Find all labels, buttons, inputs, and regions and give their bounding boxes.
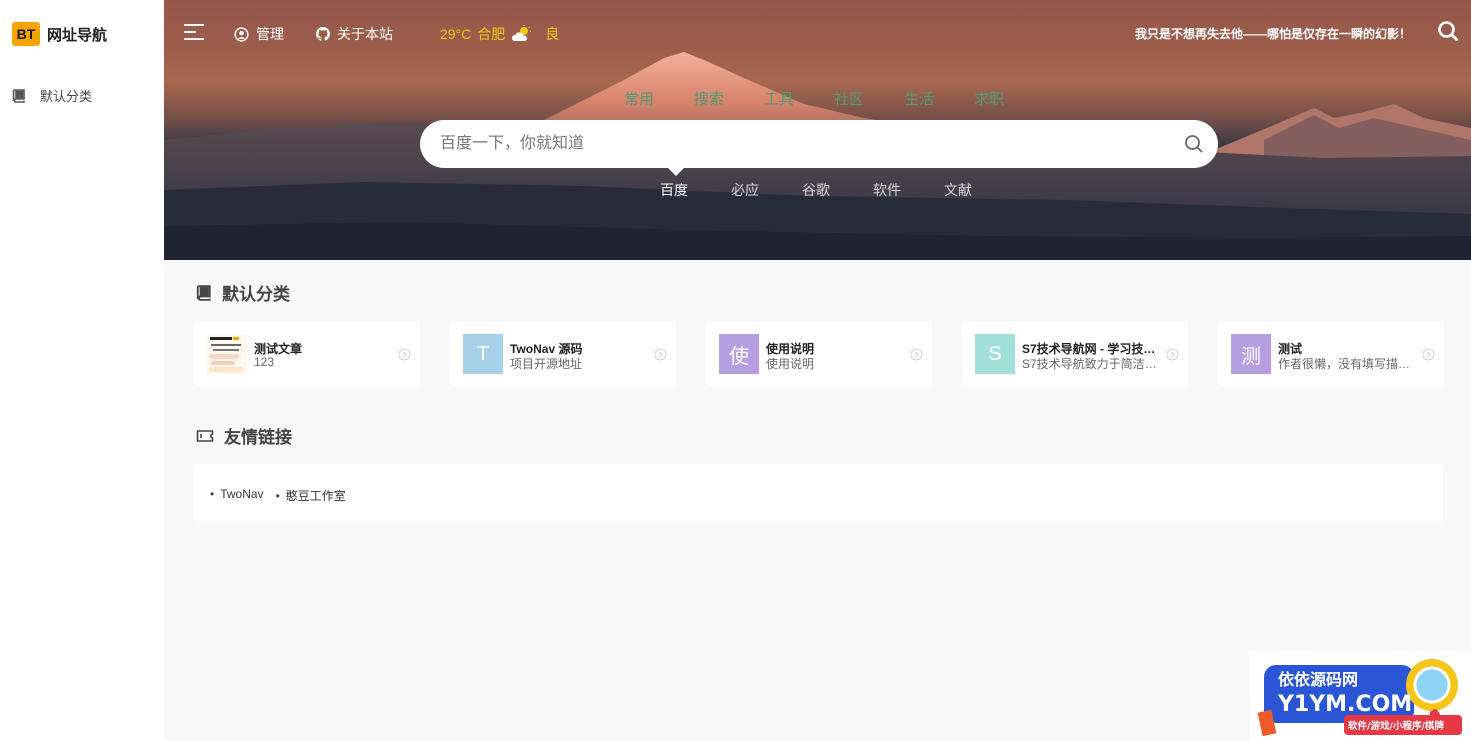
- category-tab[interactable]: 生活: [904, 88, 934, 109]
- user-circle-icon: [234, 26, 249, 42]
- search-category-tabs: 常用 搜索 工具 社区 生活 求职: [624, 88, 1044, 109]
- weather-temp: 29°C: [440, 26, 472, 42]
- ticket-icon: [196, 429, 214, 442]
- chevron-right-circle-icon[interactable]: [910, 348, 923, 361]
- card-description: 项目开源地址: [510, 357, 583, 371]
- sidebar-item-label: 默认分类: [40, 89, 93, 104]
- sidebar: BT 网址导航 默认分类: [0, 0, 164, 741]
- book-icon: [196, 284, 211, 301]
- card-letter-avatar: 使: [719, 334, 759, 374]
- engine-tab-bing[interactable]: 必应: [731, 180, 759, 200]
- manage-label: 管理: [256, 26, 284, 42]
- search-box: [420, 120, 1218, 168]
- search-input[interactable]: [440, 120, 1180, 168]
- site-logo[interactable]: BT 网址导航: [12, 22, 107, 46]
- link-cards: 测试文章 123 T TwoNav 源码 项目开源地址 使 使用说明 使用说明 …: [194, 321, 1444, 387]
- category-tab[interactable]: 搜索: [694, 88, 724, 109]
- about-link[interactable]: 关于本站: [316, 24, 393, 44]
- card-letter-avatar: S: [975, 334, 1015, 374]
- chevron-right-circle-icon[interactable]: [398, 348, 411, 361]
- engine-tab-software[interactable]: 软件: [873, 180, 901, 200]
- section-title-label: 默认分类: [222, 285, 290, 304]
- book-icon: [12, 88, 25, 103]
- weather-air-quality: 良: [545, 26, 560, 42]
- link-card[interactable]: 测 测试 作者很懒，没有填写描述。: [1218, 321, 1444, 387]
- card-description: 使用说明: [766, 357, 815, 371]
- category-tab[interactable]: 常用: [624, 88, 654, 109]
- friend-links-list: TwoNav 憨豆工作室: [210, 487, 358, 504]
- chevron-right-circle-icon[interactable]: [654, 348, 667, 361]
- search-submit-icon[interactable]: [1184, 134, 1204, 154]
- section-title-friends: 友情链接: [196, 423, 292, 448]
- card-letter-avatar: T: [463, 334, 503, 374]
- friend-link[interactable]: TwoNav: [210, 487, 263, 504]
- motto-text: 我只是不想再失去他——哪怕是仅存在一瞬的幻影！: [1134, 27, 1411, 41]
- search-icon[interactable]: [1437, 20, 1459, 42]
- watermark-line2: Y1YM.COM: [1277, 692, 1412, 717]
- link-card[interactable]: 测试文章 123: [194, 321, 420, 387]
- friend-links-panel: TwoNav 憨豆工作室: [194, 464, 1443, 522]
- search-engine-tabs: 百度 必应 谷歌 软件 文献: [660, 180, 1015, 200]
- about-label: 关于本站: [337, 26, 393, 42]
- engine-tab-papers[interactable]: 文献: [944, 180, 972, 200]
- link-card[interactable]: 使 使用说明 使用说明: [706, 321, 932, 387]
- card-letter-avatar: 测: [1231, 334, 1271, 374]
- category-tab[interactable]: 社区: [834, 88, 864, 109]
- sidebar-item-default[interactable]: 默认分类: [12, 86, 92, 105]
- section-title-default: 默认分类: [196, 280, 290, 305]
- card-description: 123: [254, 355, 275, 369]
- engine-tab-google[interactable]: 谷歌: [802, 180, 830, 200]
- chevron-right-circle-icon[interactable]: [1422, 348, 1435, 361]
- weather-city: 合肥: [477, 26, 506, 42]
- engine-tab-baidu[interactable]: 百度: [660, 180, 688, 200]
- partly-cloudy-icon: [512, 25, 532, 41]
- watermark-line3: 软件/游戏/小程序/棋牌: [1348, 720, 1444, 732]
- card-description: S7技术导航致力于简洁高效的导航: [1022, 357, 1162, 371]
- category-tab[interactable]: 求职: [974, 88, 1004, 109]
- chevron-right-circle-icon[interactable]: [1166, 348, 1179, 361]
- watermark-logo: 依依源码网 Y1YM.COM 软件/游戏/小程序/棋牌: [1250, 651, 1471, 741]
- hero-banner: 管理 关于本站 29°C 合肥 良 我只是不想再失去他——哪怕是仅存在一瞬的幻影…: [164, 0, 1471, 260]
- logo-badge: BT: [12, 22, 40, 46]
- site-name: 网址导航: [47, 26, 108, 44]
- weather-widget[interactable]: 29°C 合肥 良: [440, 24, 559, 44]
- link-card[interactable]: T TwoNav 源码 项目开源地址: [450, 321, 676, 387]
- link-card[interactable]: S S7技术导航网 - 学习技术导航 S7技术导航致力于简洁高效的导航: [962, 321, 1188, 387]
- section-title-label: 友情链接: [224, 428, 292, 447]
- top-bar: 管理 关于本站 29°C 合肥 良 我只是不想再失去他——哪怕是仅存在一瞬的幻影…: [164, 0, 1471, 66]
- github-icon: [316, 27, 330, 41]
- card-thumbnail: [207, 334, 247, 374]
- category-tab[interactable]: 工具: [764, 88, 794, 109]
- friend-link[interactable]: 憨豆工作室: [276, 487, 346, 504]
- manage-link[interactable]: 管理: [234, 24, 284, 44]
- watermark-line1: 依依源码网: [1278, 670, 1358, 689]
- card-description: 作者很懒，没有填写描述。: [1278, 357, 1418, 371]
- active-engine-indicator: [668, 168, 684, 176]
- menu-toggle-button[interactable]: [184, 24, 206, 44]
